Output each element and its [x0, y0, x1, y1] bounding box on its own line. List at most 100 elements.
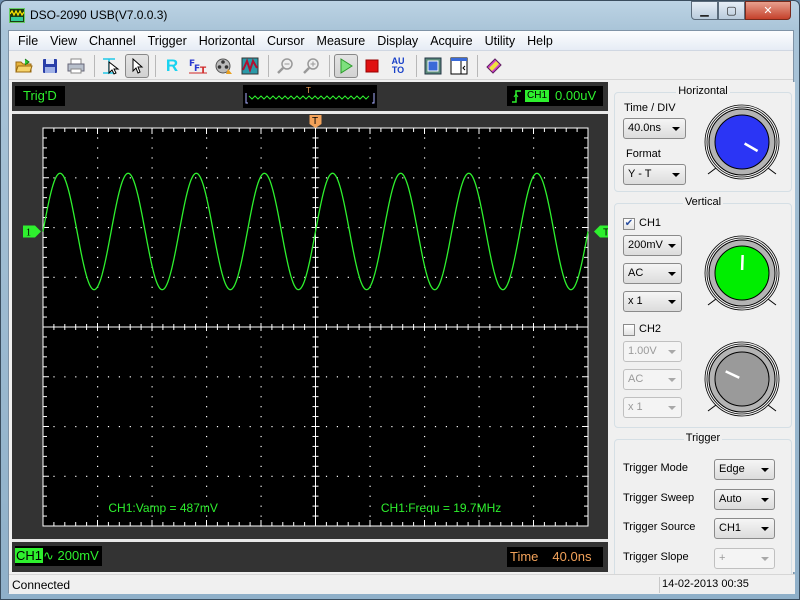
ch2-coupling-select[interactable]: AC — [623, 369, 682, 390]
cursor-cross-button[interactable] — [99, 54, 123, 78]
zoom-out-button[interactable] — [273, 54, 297, 78]
grid-dot — [151, 406, 153, 408]
auto-set-button[interactable]: AU TO — [386, 54, 410, 78]
close-button[interactable]: ✕ — [745, 1, 791, 20]
grid-dot — [424, 485, 426, 487]
grid-dot — [184, 276, 186, 278]
grid-dot — [206, 316, 208, 318]
fullscreen-button[interactable] — [421, 54, 445, 78]
pointer-button[interactable] — [125, 53, 149, 78]
trigger-level-marker[interactable]: T — [594, 225, 608, 238]
grid-dot — [97, 187, 99, 189]
grid-dot — [358, 177, 360, 179]
grid-dot — [533, 465, 535, 467]
grid-dot — [206, 406, 208, 408]
grid-dot — [162, 227, 164, 229]
grid-dot — [467, 227, 469, 229]
menu-utility[interactable]: Utility — [479, 31, 522, 51]
trigger-source-select[interactable]: CH1 — [714, 518, 775, 539]
zoom-in-button[interactable] — [299, 54, 323, 78]
ch1-volts-select[interactable]: 200mV — [623, 235, 682, 256]
scope-screen-container[interactable]: T 1 T CH1:Vamp = 487mV CH1:Frequ = 19.7MHz — [12, 114, 608, 539]
grid-dot — [413, 475, 415, 477]
grid-dot — [424, 366, 426, 368]
grid-dot — [97, 455, 99, 458]
ch1-checkbox[interactable]: ✔ — [623, 218, 635, 230]
record-button[interactable] — [212, 54, 236, 78]
grid-dot — [260, 207, 262, 209]
reference-button[interactable]: R — [160, 54, 184, 78]
menu-acquire[interactable]: Acquire — [424, 31, 478, 51]
print-button[interactable] — [64, 54, 88, 78]
fullscreen-icon — [424, 57, 442, 74]
trigger-sweep-select[interactable]: Auto — [714, 489, 775, 510]
maximize-button[interactable]: ▢ — [718, 1, 745, 20]
ch2-volts-select[interactable]: 1.00V — [623, 341, 682, 362]
help-button[interactable] — [482, 54, 506, 78]
waveform-display-button[interactable] — [238, 54, 262, 78]
menu-file[interactable]: File — [12, 31, 44, 51]
checkmark-icon: ✔ — [624, 218, 634, 229]
format-select[interactable]: Y - T — [623, 164, 686, 185]
grid-dot — [118, 177, 120, 179]
grid-dot — [369, 515, 371, 517]
grid-dot — [260, 366, 262, 368]
ch2-probe-value: x 1 — [628, 401, 643, 413]
grid-dot — [151, 197, 153, 199]
open-button[interactable] — [12, 54, 36, 78]
ch2-volts-knob[interactable] — [702, 339, 782, 419]
grid-dot — [380, 177, 382, 179]
grid-dot — [533, 217, 535, 219]
menu-channel[interactable]: Channel — [83, 31, 142, 51]
time-div-select[interactable]: 40.0ns — [623, 118, 686, 139]
memory-position-indicator[interactable]: T — [243, 85, 377, 108]
grid-dot — [522, 426, 524, 428]
grid-dot — [489, 227, 491, 229]
trigger-mode-select[interactable]: Edge — [714, 459, 775, 480]
title-bar[interactable]: DSO-2090 USB(V7.0.0.3) ▁ ▢ ✕ — [1, 1, 799, 30]
grid-dot — [86, 475, 88, 477]
grid-dot — [533, 356, 535, 358]
fft-button[interactable]: FFT — [186, 54, 210, 78]
grid-dot — [86, 227, 88, 229]
grid-dot — [478, 177, 480, 179]
ch1-coupling-select[interactable]: AC — [623, 263, 682, 284]
grid-dot — [554, 227, 556, 229]
grid-dot — [260, 336, 262, 338]
menu-view[interactable]: View — [44, 31, 83, 51]
grid-dot — [260, 485, 262, 487]
grid-dot — [533, 276, 535, 278]
grid-dot — [293, 426, 295, 428]
ch2-checkbox[interactable] — [623, 324, 635, 336]
grid-dot — [293, 276, 295, 278]
ch2-probe-select[interactable]: x 1 — [623, 397, 682, 418]
grid-dot — [97, 246, 99, 249]
stop-button[interactable] — [360, 54, 384, 78]
grid-dot — [445, 426, 447, 428]
timebase-knob[interactable] — [702, 102, 782, 182]
trigger-slope-select[interactable]: + — [714, 548, 775, 569]
grid-dot — [151, 306, 153, 308]
menu-cursor[interactable]: Cursor — [261, 31, 311, 51]
menu-trigger[interactable]: Trigger — [142, 31, 193, 51]
grid-dot — [206, 366, 208, 368]
menu-measure[interactable]: Measure — [311, 31, 372, 51]
grid-dot — [97, 396, 99, 398]
ch1-volts-knob[interactable] — [702, 233, 782, 313]
menu-horizontal[interactable]: Horizontal — [193, 31, 261, 51]
minimize-button[interactable]: ▁ — [691, 1, 718, 20]
grid-dot — [478, 445, 480, 448]
run-button[interactable] — [334, 53, 358, 78]
menu-help[interactable]: Help — [521, 31, 559, 51]
chevron-down-icon — [672, 127, 680, 131]
grid-dot — [151, 177, 153, 179]
ch1-ground-marker[interactable]: 1 — [23, 225, 41, 238]
side-panel-button[interactable] — [447, 54, 471, 78]
save-button[interactable] — [38, 54, 62, 78]
menu-display[interactable]: Display — [371, 31, 424, 51]
ch1-probe-select[interactable]: x 1 — [623, 291, 682, 312]
scope-screen[interactable]: T 1 T CH1:Vamp = 487mV CH1:Frequ = 19.7MHz — [12, 114, 608, 539]
trigger-position-handle[interactable]: T — [309, 115, 322, 128]
grid-dot — [391, 475, 393, 477]
trigger-group: Trigger Trigger Mode Edge Trigger Sweep … — [614, 432, 792, 579]
